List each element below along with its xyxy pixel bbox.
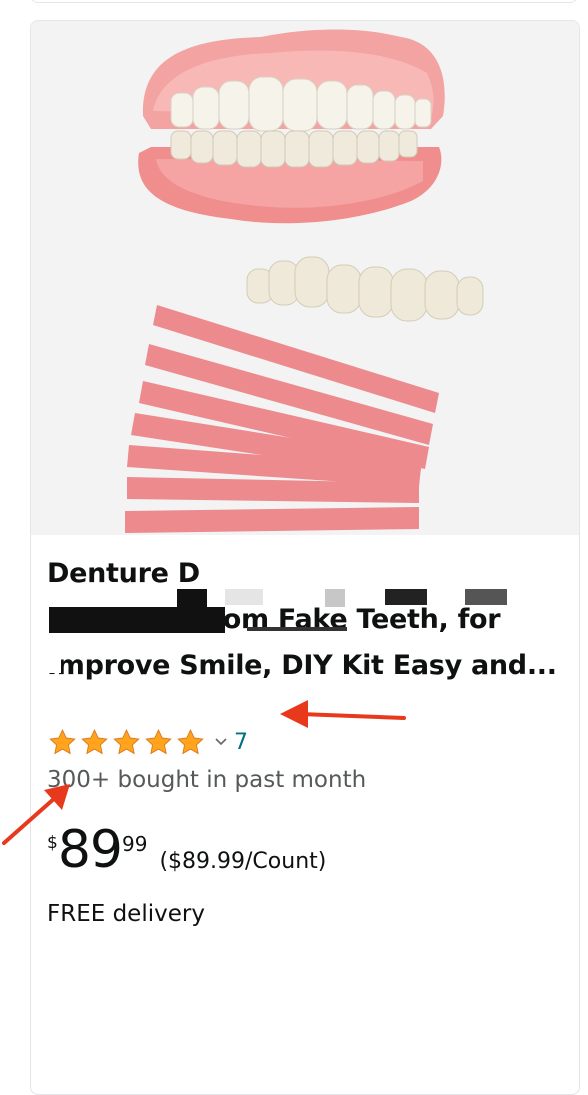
star-icon	[113, 728, 140, 754]
title-line-3[interactable]: Improve Smile, DIY Kit Easy and...	[47, 643, 565, 689]
redaction-block	[47, 651, 61, 673]
product-card[interactable]: Denture D Bottom Fake Teeth, for Improve…	[30, 20, 580, 1095]
review-count-link[interactable]: 7	[234, 730, 248, 755]
star-icon	[81, 728, 108, 754]
price[interactable]: $ 89 99 ($89.99/Count)	[47, 811, 326, 889]
star-icon	[145, 728, 172, 754]
redaction-block	[385, 589, 427, 605]
rating-row[interactable]: 7	[47, 725, 248, 759]
redaction-block	[247, 627, 347, 631]
redaction-block	[49, 607, 225, 633]
previous-card-edge	[30, 0, 578, 3]
redaction-block	[465, 589, 507, 605]
chevron-down-icon[interactable]	[214, 737, 228, 747]
redaction-block	[325, 589, 345, 607]
star-icon	[49, 728, 76, 754]
star-icon	[177, 728, 204, 754]
star-rating[interactable]	[47, 728, 206, 757]
product-image[interactable]	[31, 21, 579, 535]
price-symbol: $	[47, 833, 58, 853]
price-whole: 89	[57, 820, 123, 880]
redaction-block	[225, 589, 263, 605]
redaction-block	[177, 589, 207, 607]
unit-price: ($89.99/Count)	[159, 849, 327, 874]
denture-image	[125, 29, 484, 533]
product-info: Denture D Bottom Fake Teeth, for Improve…	[47, 551, 565, 927]
bought-in-past-month: 300+ bought in past month	[47, 767, 367, 793]
price-fraction: 99	[122, 832, 148, 856]
delivery-info: FREE delivery	[47, 901, 205, 927]
